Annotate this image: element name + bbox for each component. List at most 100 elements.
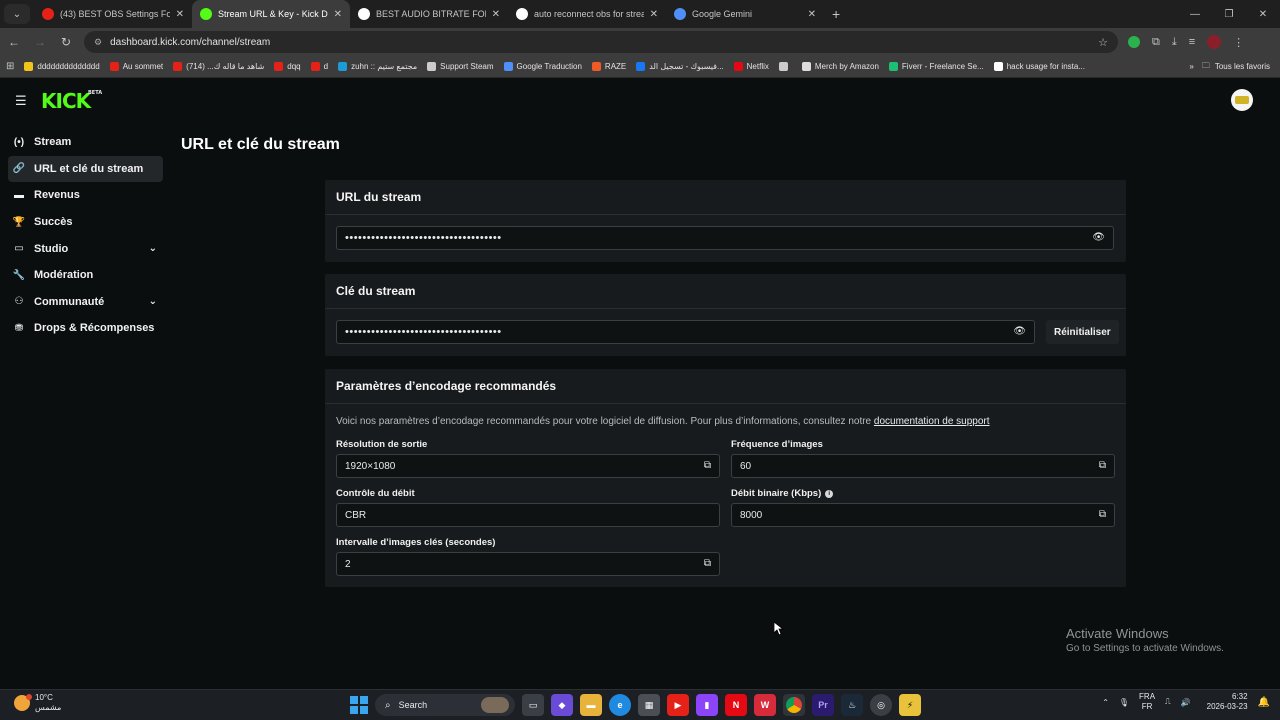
twitch-icon[interactable]: ▮ xyxy=(696,694,718,716)
profile-avatar[interactable] xyxy=(1207,35,1222,49)
forward-button[interactable]: → xyxy=(28,35,52,49)
new-tab-button[interactable]: + xyxy=(832,6,840,22)
back-button[interactable]: ← xyxy=(2,35,26,49)
bookmark-item[interactable]: Merch by Amazon xyxy=(801,62,879,71)
user-avatar[interactable] xyxy=(1231,89,1253,111)
copy-icon[interactable]: ⧉ xyxy=(704,558,711,569)
bookmark-item[interactable]: فيسبوك - تسجيل الد... xyxy=(636,62,724,71)
sidebar-item[interactable]: 🏆 Succès xyxy=(8,209,163,236)
network-icon[interactable]: ⎍ xyxy=(1165,697,1171,707)
info-icon[interactable]: i xyxy=(825,489,834,498)
taskbar-search[interactable]: ⌕ Search xyxy=(375,694,515,716)
sidebar-item[interactable]: 🔧 Modération xyxy=(8,262,163,289)
bookmark-item[interactable]: شاهد ما قاله ك... (714) xyxy=(173,62,264,71)
kick-logo[interactable]: KICK BETA xyxy=(41,89,102,113)
bookmark-item[interactable]: Google Traduction xyxy=(503,62,582,71)
browser-menu-icon[interactable]: ⋮ xyxy=(1233,36,1244,49)
address-bar[interactable]: ⚙ dashboard.kick.com/channel/stream ☆ xyxy=(84,31,1118,53)
bookmark-item[interactable]: dqq xyxy=(274,62,301,71)
tray-overflow-icon[interactable]: ⌃ xyxy=(1102,698,1109,707)
close-window-icon[interactable]: ✕ xyxy=(1246,0,1280,28)
weather-widget[interactable]: 10°C مشمس xyxy=(14,693,61,713)
bookmark-item[interactable]: hack usage for insta... xyxy=(993,62,1085,71)
bitrate-field[interactable]: 8000 ⧉ xyxy=(731,503,1115,527)
bookmark-item[interactable]: d xyxy=(310,62,328,71)
bookmark-star-icon[interactable]: ☆ xyxy=(1098,36,1108,49)
minimize-icon[interactable]: — xyxy=(1178,0,1212,28)
close-tab-icon[interactable]: ✕ xyxy=(492,9,500,20)
youtube-icon[interactable]: ▶ xyxy=(667,694,689,716)
bookmark-item[interactable]: dddddddddddddd xyxy=(24,62,100,71)
microphone-icon[interactable]: 🎙 xyxy=(1119,698,1129,707)
hamburger-menu-icon[interactable]: ☰ xyxy=(15,93,27,109)
browser-tab[interactable]: (43) BEST OBS Settings For STR ✕ xyxy=(34,0,192,28)
support-docs-link[interactable]: documentation de support xyxy=(874,416,990,427)
language-indicator[interactable]: FRA FR xyxy=(1139,692,1155,712)
bookmark-item[interactable]: Netflix xyxy=(733,62,769,71)
resolution-field[interactable]: 1920×1080 ⧉ xyxy=(336,454,720,478)
extensions-puzzle-icon[interactable]: ⧉ xyxy=(1152,36,1160,49)
keyframe-field[interactable]: 2 ⧉ xyxy=(336,552,720,576)
notifications-icon[interactable]: 🔔 xyxy=(1258,697,1270,708)
sidebar-item[interactable]: ⚇ Communauté ⌄ xyxy=(8,289,163,316)
site-info-icon[interactable]: ⚙ xyxy=(94,37,102,48)
close-tab-icon[interactable]: ✕ xyxy=(176,9,184,20)
extension-icon[interactable] xyxy=(1128,36,1140,48)
bookmark-item[interactable]: Au sommet xyxy=(109,62,163,71)
chevron-down-icon[interactable]: ⌄ xyxy=(149,296,157,307)
stream-url-field[interactable]: •••••••••••••••••••••••••••••••••••• 👁 xyxy=(336,226,1114,250)
stream-key-field[interactable]: •••••••••••••••••••••••••••••••••••• 👁 xyxy=(336,320,1035,344)
close-tab-icon[interactable]: ✕ xyxy=(808,9,816,20)
reading-list-icon[interactable]: ≡ xyxy=(1189,36,1195,48)
bookmarks-overflow-icon[interactable]: » xyxy=(1189,62,1193,71)
all-bookmarks-folder[interactable]: 🗀 Tous les favoris xyxy=(1202,60,1270,74)
close-tab-icon[interactable]: ✕ xyxy=(650,9,658,20)
chrome-icon[interactable] xyxy=(783,694,805,716)
obs-icon[interactable]: ◎ xyxy=(870,694,892,716)
restore-icon[interactable]: ❐ xyxy=(1212,0,1246,28)
fps-field[interactable]: 60 ⧉ xyxy=(731,454,1115,478)
start-button[interactable] xyxy=(350,696,368,714)
copy-icon[interactable]: ⧉ xyxy=(1099,509,1106,520)
tab-search-button[interactable]: ⌄ xyxy=(4,4,30,24)
volume-icon[interactable]: 🔊 xyxy=(1181,698,1191,707)
close-tab-icon[interactable]: ✕ xyxy=(334,9,342,20)
copy-icon[interactable]: ⧉ xyxy=(1099,460,1106,471)
file-explorer-icon[interactable]: ▬ xyxy=(580,694,602,716)
bookmark-item[interactable]: Support Steam xyxy=(427,62,494,71)
sidebar-item[interactable]: ▭ Studio ⌄ xyxy=(8,235,163,262)
steam-icon[interactable]: ♨ xyxy=(841,694,863,716)
download-icon[interactable]: ⤓ xyxy=(1172,36,1177,49)
apps-grid-icon[interactable]: ⊞ xyxy=(6,61,14,72)
browser-tab[interactable]: Google Gemini ✕ xyxy=(666,0,824,28)
store-icon[interactable]: ▦ xyxy=(638,694,660,716)
eye-icon[interactable]: 👁 xyxy=(1013,326,1026,337)
premiere-icon[interactable]: Pr xyxy=(812,694,834,716)
bookmark-item[interactable]: RAZE xyxy=(591,62,626,71)
rate-control-field[interactable]: CBR xyxy=(336,503,720,527)
bookmark-item[interactable]: Fiverr - Freelance Se... xyxy=(888,62,984,71)
browser-tab[interactable]: Stream URL & Key - Kick Dashb ✕ xyxy=(192,0,350,28)
sidebar-item[interactable]: ⛃ Drops & Récompenses xyxy=(8,315,163,342)
netflix-icon[interactable]: N xyxy=(725,694,747,716)
sidebar-item[interactable]: (•) Stream xyxy=(8,129,163,156)
reset-key-button[interactable]: Réinitialiser xyxy=(1046,320,1119,344)
chevron-down-icon[interactable]: ⌄ xyxy=(149,243,157,254)
task-view-icon[interactable]: ▭ xyxy=(522,694,544,716)
sidebar-item[interactable]: 🔗 URL et clé du stream xyxy=(8,155,163,183)
browser-tab[interactable]: auto reconnect obs for streamin ✕ xyxy=(508,0,666,28)
wps-icon[interactable]: W xyxy=(754,694,776,716)
bookmark-item[interactable] xyxy=(778,62,792,71)
taskbar-search-label: Search xyxy=(398,700,428,710)
eye-icon[interactable]: 👁 xyxy=(1092,232,1105,243)
taskbar-clock[interactable]: 6:32 2026-03-23 xyxy=(1207,692,1248,712)
reload-button[interactable]: ↻ xyxy=(54,35,78,49)
browser-tab[interactable]: BEST AUDIO BITRATE FOR 5055 ✕ xyxy=(350,0,508,28)
url-text[interactable]: dashboard.kick.com/channel/stream xyxy=(110,37,1098,48)
bookmark-item[interactable]: zuhn :: مجتمع ستيم xyxy=(338,62,417,71)
copy-icon[interactable]: ⧉ xyxy=(704,460,711,471)
sidebar-item[interactable]: ▬ Revenus xyxy=(8,182,163,209)
copilot-icon[interactable]: ◆ xyxy=(551,694,573,716)
app-icon[interactable]: ⚡ xyxy=(899,694,921,716)
edge-icon[interactable]: e xyxy=(609,694,631,716)
